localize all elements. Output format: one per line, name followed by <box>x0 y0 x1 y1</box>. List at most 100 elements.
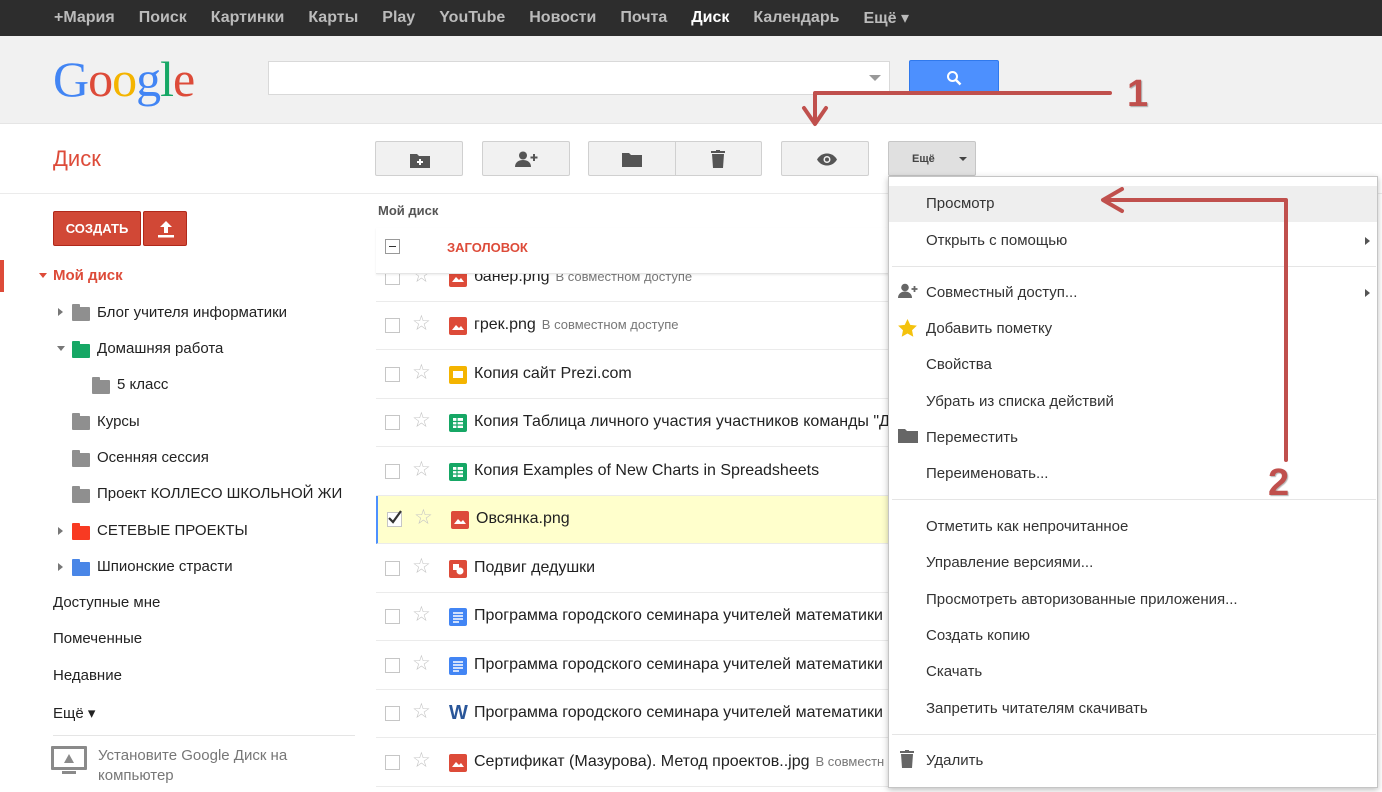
file-row[interactable]: ☆ Овсянка.png <box>376 496 896 544</box>
create-button[interactable]: СОЗДАТЬ <box>53 211 141 246</box>
share-button[interactable] <box>482 141 570 176</box>
search-input[interactable] <box>268 61 890 95</box>
select-all-checkbox[interactable] <box>385 239 400 254</box>
topbar-link-images[interactable]: Картинки <box>211 9 285 27</box>
menu-item-move[interactable]: Переместить <box>889 420 1377 456</box>
topbar-link-more[interactable]: Ещё ▾ <box>863 8 909 28</box>
expand-arrow-icon[interactable] <box>39 273 47 278</box>
file-row[interactable]: ☆ W Программа городского семинара учителей… <box>376 690 896 738</box>
file-name[interactable]: Программа городского семинара учителей м… <box>474 704 896 722</box>
menu-item-mark-unread[interactable]: Отметить как непрочитанное <box>889 509 1377 545</box>
menu-item-share[interactable]: Совместный доступ... <box>889 275 1377 311</box>
file-row[interactable]: ☆ Программа городского семинара учителей … <box>376 642 896 690</box>
file-name[interactable]: Копия сайт Prezi.com <box>474 365 632 383</box>
star-icon[interactable]: ☆ <box>414 507 433 528</box>
file-row[interactable]: ☆ Сертификат (Мазурова). Метод проектов..… <box>376 739 896 787</box>
file-name[interactable]: Овсянка.png <box>476 510 570 528</box>
star-icon[interactable]: ☆ <box>412 459 431 480</box>
topbar-link-search[interactable]: Поиск <box>139 9 187 27</box>
menu-item-manage-revisions[interactable]: Управление версиями... <box>889 545 1377 581</box>
topbar-link-drive[interactable]: Диск <box>691 9 729 27</box>
file-checkbox[interactable] <box>385 464 400 479</box>
app-title[interactable]: Диск <box>53 146 101 172</box>
star-icon[interactable]: ☆ <box>412 362 431 383</box>
topbar-link-play[interactable]: Play <box>382 9 415 27</box>
preview-button[interactable] <box>781 141 869 176</box>
file-row[interactable]: ☆ Программа городского семинара учителей … <box>376 593 896 641</box>
topbar-link-mail[interactable]: Почта <box>620 9 667 27</box>
file-row[interactable]: ☆ Копия Examples of New Charts in Spreads… <box>376 448 896 496</box>
file-checkbox[interactable] <box>385 609 400 624</box>
file-row[interactable]: ☆ Копия Таблица личного участия участнико… <box>376 399 899 447</box>
sidebar-item-my-drive[interactable]: Мой диск <box>53 267 123 284</box>
delete-button[interactable] <box>676 142 762 175</box>
sidebar-folder-project-wheel[interactable]: Проект КОЛЛЕСО ШКОЛЬНОЙ ЖИ <box>97 485 342 502</box>
sidebar-folder-5-class[interactable]: 5 класс <box>117 376 168 393</box>
google-logo[interactable]: Google <box>53 50 195 108</box>
expand-arrow-icon[interactable] <box>58 527 63 535</box>
topbar-link-maps[interactable]: Карты <box>308 9 358 27</box>
file-name[interactable]: Программа городского семинара учителей м… <box>474 656 896 674</box>
file-checkbox[interactable] <box>387 510 402 527</box>
star-icon[interactable]: ☆ <box>412 556 431 577</box>
file-row[interactable]: ☆ грек.png В совместном доступе <box>376 302 896 350</box>
star-icon[interactable]: ☆ <box>412 701 431 722</box>
sidebar-item-starred[interactable]: Помеченные <box>53 630 142 647</box>
menu-item-view-authorized-apps[interactable]: Просмотреть авторизованные приложения... <box>889 582 1377 618</box>
search-options-dropdown-icon[interactable] <box>869 75 881 81</box>
topbar-link-youtube[interactable]: YouTube <box>439 9 505 27</box>
expand-arrow-icon[interactable] <box>58 563 63 571</box>
sidebar-item-recent[interactable]: Недавние <box>53 667 122 684</box>
breadcrumb[interactable]: Мой диск <box>378 203 438 218</box>
file-row[interactable]: ☆ Копия сайт Prezi.com <box>376 351 896 399</box>
file-checkbox[interactable] <box>385 415 400 430</box>
sidebar-item-shared-with-me[interactable]: Доступные мне <box>53 594 160 611</box>
sidebar-folder-network-projects[interactable]: СЕТЕВЫЕ ПРОЕКТЫ <box>97 522 248 539</box>
sidebar-folder-homework[interactable]: Домашняя работа <box>97 340 223 357</box>
sidebar-item-more[interactable]: Ещё ▾ <box>53 704 95 722</box>
menu-item-prevent-download[interactable]: Запретить читателям скачивать <box>889 691 1377 727</box>
expand-arrow-icon[interactable] <box>58 308 63 316</box>
upload-button[interactable] <box>143 211 187 246</box>
file-checkbox[interactable] <box>385 755 400 770</box>
sidebar-folder-autumn-session[interactable]: Осенняя сессия <box>97 449 209 466</box>
more-actions-button[interactable]: Ещё <box>888 141 976 176</box>
file-name[interactable]: Сертификат (Мазурова). Метод проектов..j… <box>474 753 884 771</box>
sidebar-folder-spy-passions[interactable]: Шпионские страсти <box>97 558 233 575</box>
file-checkbox[interactable] <box>385 706 400 721</box>
column-header-title[interactable]: ЗАГОЛОВОК <box>447 240 528 255</box>
collapse-arrow-icon[interactable] <box>57 346 65 351</box>
file-name[interactable]: Программа городского семинара учителей м… <box>474 607 896 625</box>
topbar-link-profile[interactable]: +Мария <box>54 9 115 27</box>
sidebar-folder-blog[interactable]: Блог учителя информатики <box>97 304 287 321</box>
file-name[interactable]: Копия Examples of New Charts in Spreadsh… <box>474 462 819 480</box>
move-to-folder-button[interactable] <box>589 142 676 175</box>
file-checkbox[interactable] <box>385 367 400 382</box>
file-checkbox[interactable] <box>385 658 400 673</box>
new-folder-button[interactable] <box>375 141 463 176</box>
file-checkbox[interactable] <box>385 561 400 576</box>
sidebar-folder-courses[interactable]: Курсы <box>97 413 140 430</box>
file-checkbox[interactable] <box>385 318 400 333</box>
search-button[interactable] <box>909 60 999 95</box>
star-icon[interactable]: ☆ <box>412 604 431 625</box>
star-icon[interactable]: ☆ <box>412 750 431 771</box>
menu-item-download[interactable]: Скачать <box>889 654 1377 690</box>
file-name[interactable]: Подвиг дедушки <box>474 559 595 577</box>
topbar-link-news[interactable]: Новости <box>529 9 596 27</box>
menu-item-rename[interactable]: Переименовать... <box>889 456 1377 492</box>
menu-item-preview[interactable]: Просмотр <box>889 186 1377 222</box>
menu-item-properties[interactable]: Свойства <box>889 347 1377 383</box>
star-icon[interactable]: ☆ <box>412 313 431 334</box>
install-drive-link[interactable]: Установите Google Диск на компьютер <box>98 746 338 786</box>
star-icon[interactable]: ☆ <box>412 653 431 674</box>
menu-item-make-copy[interactable]: Создать копию <box>889 618 1377 654</box>
menu-item-delete[interactable]: Удалить <box>889 743 1377 779</box>
menu-item-remove-from-activity[interactable]: Убрать из списка действий <box>889 384 1377 420</box>
topbar-link-calendar[interactable]: Календарь <box>753 9 839 27</box>
file-name[interactable]: Копия Таблица личного участия участников… <box>474 413 899 431</box>
file-row[interactable]: ☆ Подвиг дедушки <box>376 545 896 593</box>
menu-item-open-with[interactable]: Открыть с помощью <box>889 223 1377 259</box>
file-name[interactable]: грек.png В совместном доступе <box>474 316 678 334</box>
menu-item-add-star[interactable]: Добавить пометку <box>889 311 1377 347</box>
